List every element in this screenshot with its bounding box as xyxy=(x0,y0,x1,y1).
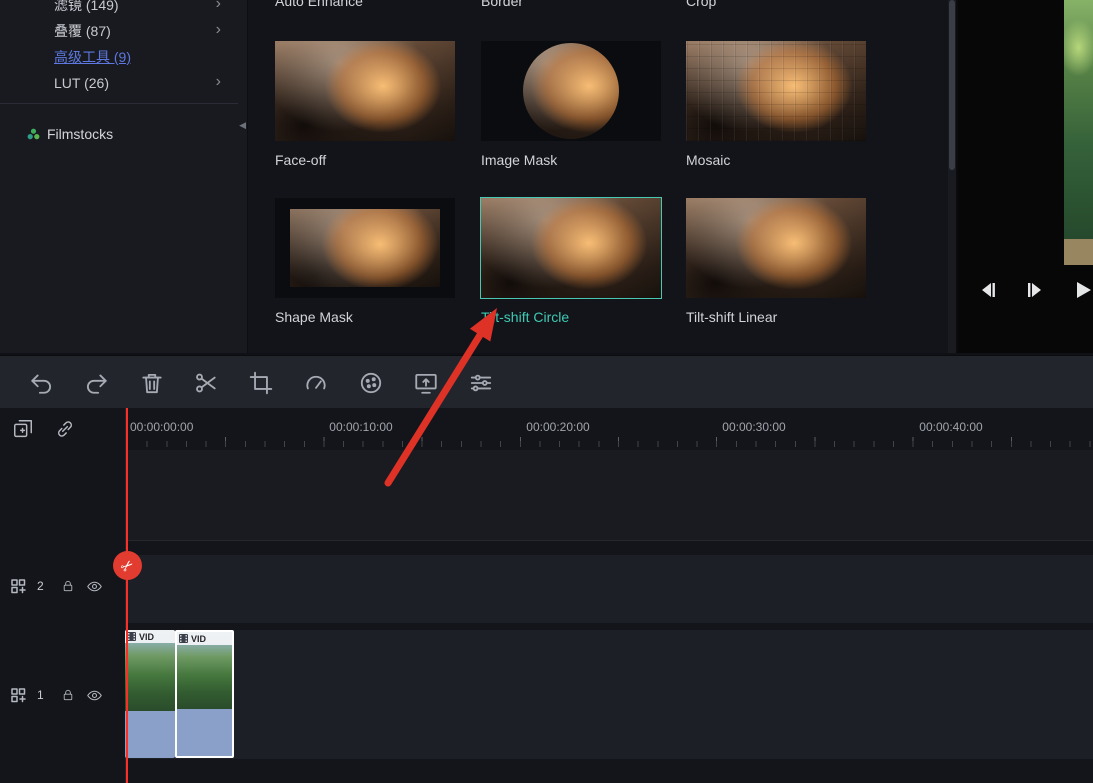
sidebar-category-list: 滤镜 (149) › 叠覆 (87) › 高级工具 (9) LUT (26) › xyxy=(0,0,247,96)
timeline-empty-lane xyxy=(126,450,1093,540)
clip-name: VID xyxy=(191,634,206,644)
effect-label: Image Mask xyxy=(481,152,663,168)
redo-icon[interactable] xyxy=(83,370,109,396)
effect-thumbnail xyxy=(686,198,866,298)
effect-label: Mosaic xyxy=(686,152,868,168)
previous-frame-button[interactable] xyxy=(976,278,1000,302)
timeline-panel: 00:00:00:00 00:00:10:00 00:00:20:00 00:0… xyxy=(0,408,1093,783)
effect-item-tilt-shift-linear[interactable]: Tilt-shift Linear xyxy=(686,198,868,325)
track-2-lane xyxy=(126,555,1093,623)
track-type-icon xyxy=(11,579,26,594)
video-editor-app: 滤镜 (149) › 叠覆 (87) › 高级工具 (9) LUT (26) › xyxy=(0,0,1093,783)
effect-item-image-mask[interactable]: Image Mask xyxy=(481,41,663,168)
track-type-icon xyxy=(11,688,26,703)
clip-label: VID xyxy=(177,632,232,645)
track-number: 1 xyxy=(37,688,44,702)
undo-icon[interactable] xyxy=(29,370,55,396)
video-clip-1[interactable]: VID xyxy=(125,630,175,758)
effect-label: Auto Enhance xyxy=(275,0,363,9)
scrollbar-thumb[interactable] xyxy=(949,0,955,170)
effects-scrollbar[interactable] xyxy=(948,0,956,353)
effect-label: Shape Mask xyxy=(275,309,457,325)
clip-body xyxy=(125,711,175,758)
lock-icon[interactable] xyxy=(61,579,75,593)
track-1-header[interactable]: 1 xyxy=(0,680,125,710)
playhead[interactable] xyxy=(126,408,128,783)
effect-thumbnail xyxy=(275,198,455,298)
snapshot-icon[interactable] xyxy=(413,370,439,396)
split-scissors-icon[interactable] xyxy=(193,370,219,396)
collapse-panel-icon[interactable]: ◀ xyxy=(239,120,246,131)
effect-thumbnail xyxy=(275,41,455,141)
effect-item-face-off[interactable]: Face-off xyxy=(275,41,457,168)
preview-video-frame-ground xyxy=(1064,239,1093,265)
playhead-split-button[interactable]: ✂ xyxy=(113,551,142,580)
ruler-minor-ticks xyxy=(127,441,1093,447)
effect-thumbnail xyxy=(686,41,866,141)
effect-label: Border xyxy=(481,0,523,9)
play-button[interactable] xyxy=(1023,278,1047,302)
color-correction-icon[interactable] xyxy=(358,370,384,396)
effect-thumbnail xyxy=(481,41,661,141)
timecode-label: 00:00:30:00 xyxy=(722,420,785,434)
chevron-right-icon: › xyxy=(216,0,221,17)
track-2-header[interactable]: 2 xyxy=(0,571,125,601)
effect-thumbnail xyxy=(481,198,661,298)
timeline-row-divider xyxy=(126,540,1093,541)
adjust-sliders-icon[interactable] xyxy=(468,370,494,396)
filmstrip-icon xyxy=(179,634,188,643)
clip-body xyxy=(177,709,232,756)
sidebar-item-filters[interactable]: 滤镜 (149) › xyxy=(0,0,247,18)
filmstocks-link[interactable]: Filmstocks xyxy=(0,122,230,146)
next-frame-button[interactable] xyxy=(1072,278,1093,302)
crop-icon[interactable] xyxy=(248,370,274,396)
effect-label: Face-off xyxy=(275,152,457,168)
effect-item-shape-mask[interactable]: Shape Mask xyxy=(275,198,457,325)
effects-category-sidebar: 滤镜 (149) › 叠覆 (87) › 高级工具 (9) LUT (26) › xyxy=(0,0,248,353)
sidebar-divider xyxy=(0,103,238,104)
clip-label: VID xyxy=(125,630,175,643)
link-icon[interactable] xyxy=(54,418,76,440)
manage-tracks-icon[interactable] xyxy=(12,418,34,440)
sidebar-item-label: 叠覆 (87) xyxy=(54,23,111,39)
filmstrip-icon xyxy=(127,632,136,641)
timeline-toolbar xyxy=(0,355,1093,408)
timecode-label: 00:00:40:00 xyxy=(919,420,982,434)
effect-label: Crop xyxy=(686,0,716,9)
clip-name: VID xyxy=(139,632,154,642)
filmstocks-icon xyxy=(27,128,40,141)
lock-icon[interactable] xyxy=(61,688,75,702)
chevron-right-icon: › xyxy=(216,69,221,95)
sidebar-item-advanced-tools[interactable]: 高级工具 (9) xyxy=(0,44,247,70)
effect-item-mosaic[interactable]: Mosaic xyxy=(686,41,868,168)
speed-icon[interactable] xyxy=(303,370,329,396)
track-1-lane xyxy=(126,630,1093,759)
sidebar-item-lut[interactable]: LUT (26) › xyxy=(0,70,247,96)
eye-icon[interactable] xyxy=(86,578,103,595)
sidebar-item-label: 高级工具 (9) xyxy=(54,49,131,65)
chevron-right-icon: › xyxy=(216,17,221,43)
preview-panel xyxy=(958,0,1093,353)
preview-video-frame xyxy=(1064,0,1093,265)
eye-icon[interactable] xyxy=(86,687,103,704)
filmstocks-label: Filmstocks xyxy=(47,126,113,142)
timecode-label: 00:00:20:00 xyxy=(526,420,589,434)
timeline-ruler[interactable]: 00:00:00:00 00:00:10:00 00:00:20:00 00:0… xyxy=(125,408,1093,450)
effect-label: Tilt-shift Linear xyxy=(686,309,868,325)
timecode-label: 00:00:00:00 xyxy=(130,420,193,434)
video-clip-2-selected[interactable]: VID xyxy=(175,630,234,758)
sidebar-item-label: LUT (26) xyxy=(54,75,109,91)
track-number: 2 xyxy=(37,579,44,593)
scissors-icon: ✂ xyxy=(117,555,138,577)
effects-grid-panel: Auto Enhance Border Crop Face-off Image … xyxy=(248,0,948,353)
sidebar-item-overlay[interactable]: 叠覆 (87) › xyxy=(0,18,247,44)
effect-item-tilt-shift-circle[interactable]: Tilt-shift Circle xyxy=(481,198,663,325)
effect-label: Tilt-shift Circle xyxy=(481,309,663,325)
timecode-label: 00:00:10:00 xyxy=(329,420,392,434)
delete-icon[interactable] xyxy=(139,370,165,396)
sidebar-item-label: 滤镜 (149) xyxy=(54,0,119,13)
